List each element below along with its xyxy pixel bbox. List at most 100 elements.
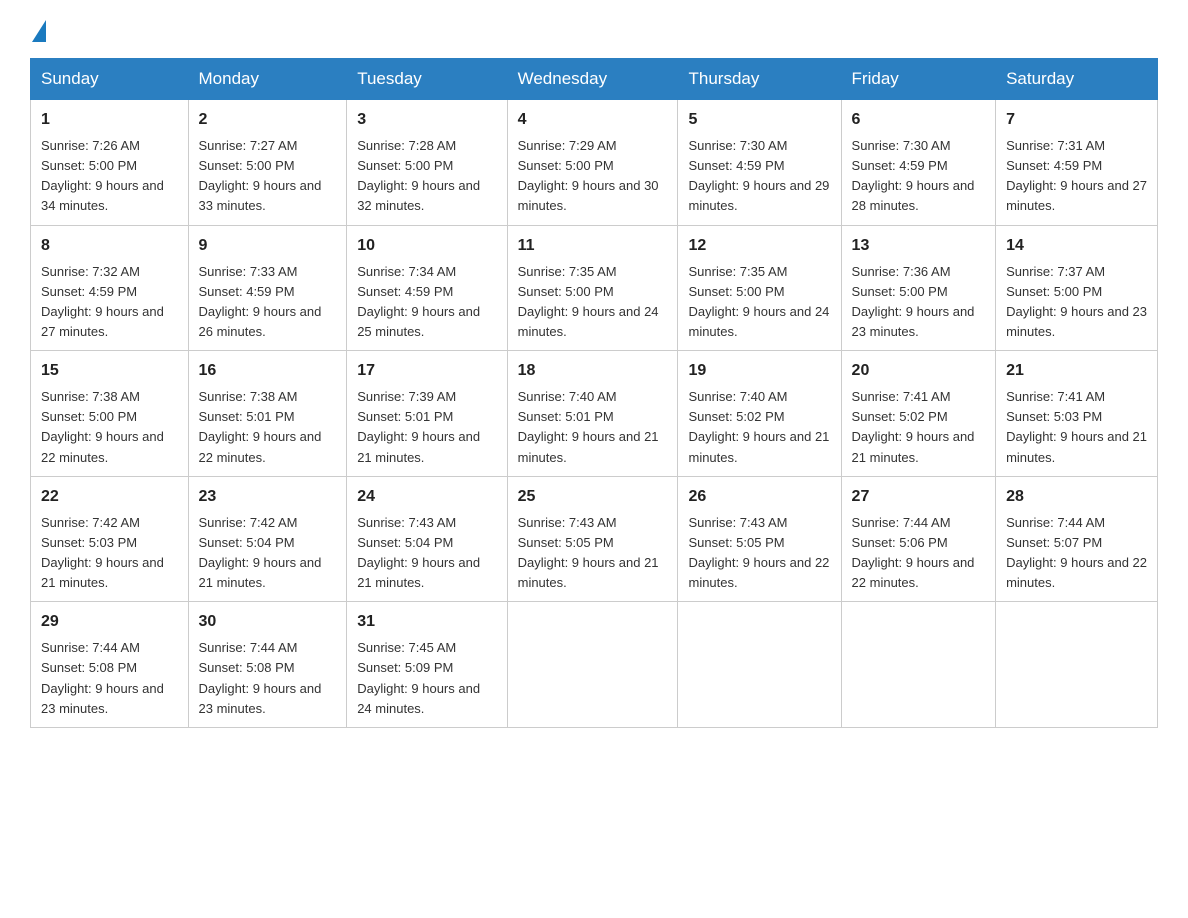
daylight-label: Daylight: 9 hours and 21 minutes. <box>41 555 164 590</box>
sunrise-label: Sunrise: 7:30 AM <box>688 138 787 153</box>
day-number: 26 <box>688 485 830 509</box>
calendar-body: 1 Sunrise: 7:26 AM Sunset: 5:00 PM Dayli… <box>31 100 1158 728</box>
sunrise-label: Sunrise: 7:32 AM <box>41 264 140 279</box>
sunset-label: Sunset: 5:07 PM <box>1006 535 1102 550</box>
calendar-cell: 29 Sunrise: 7:44 AM Sunset: 5:08 PM Dayl… <box>31 602 189 728</box>
sunset-label: Sunset: 5:08 PM <box>199 660 295 675</box>
day-number: 13 <box>852 234 986 258</box>
sunset-label: Sunset: 5:06 PM <box>852 535 948 550</box>
sunset-label: Sunset: 4:59 PM <box>688 158 784 173</box>
daylight-label: Daylight: 9 hours and 22 minutes. <box>688 555 829 590</box>
sunrise-label: Sunrise: 7:42 AM <box>199 515 298 530</box>
sun-info: Sunrise: 7:35 AM Sunset: 5:00 PM Dayligh… <box>518 262 668 343</box>
sunrise-label: Sunrise: 7:43 AM <box>688 515 787 530</box>
sunset-label: Sunset: 5:02 PM <box>688 409 784 424</box>
sun-info: Sunrise: 7:27 AM Sunset: 5:00 PM Dayligh… <box>199 136 337 217</box>
day-number: 29 <box>41 610 178 634</box>
daylight-label: Daylight: 9 hours and 21 minutes. <box>1006 429 1147 464</box>
daylight-label: Daylight: 9 hours and 27 minutes. <box>41 304 164 339</box>
sunset-label: Sunset: 5:05 PM <box>518 535 614 550</box>
sun-info: Sunrise: 7:41 AM Sunset: 5:03 PM Dayligh… <box>1006 387 1147 468</box>
sunrise-label: Sunrise: 7:33 AM <box>199 264 298 279</box>
daylight-label: Daylight: 9 hours and 26 minutes. <box>199 304 322 339</box>
daylight-label: Daylight: 9 hours and 33 minutes. <box>199 178 322 213</box>
sun-info: Sunrise: 7:40 AM Sunset: 5:01 PM Dayligh… <box>518 387 668 468</box>
calendar-cell: 30 Sunrise: 7:44 AM Sunset: 5:08 PM Dayl… <box>188 602 347 728</box>
sun-info: Sunrise: 7:35 AM Sunset: 5:00 PM Dayligh… <box>688 262 830 343</box>
day-number: 16 <box>199 359 337 383</box>
calendar-cell: 22 Sunrise: 7:42 AM Sunset: 5:03 PM Dayl… <box>31 476 189 602</box>
daylight-label: Daylight: 9 hours and 29 minutes. <box>688 178 829 213</box>
sunset-label: Sunset: 5:00 PM <box>518 284 614 299</box>
sunset-label: Sunset: 4:59 PM <box>41 284 137 299</box>
sunrise-label: Sunrise: 7:35 AM <box>518 264 617 279</box>
sun-info: Sunrise: 7:43 AM Sunset: 5:05 PM Dayligh… <box>518 513 668 594</box>
sun-info: Sunrise: 7:43 AM Sunset: 5:04 PM Dayligh… <box>357 513 496 594</box>
sunset-label: Sunset: 5:00 PM <box>852 284 948 299</box>
day-of-week-header: Tuesday <box>347 59 507 100</box>
sunset-label: Sunset: 4:59 PM <box>357 284 453 299</box>
sunrise-label: Sunrise: 7:43 AM <box>518 515 617 530</box>
day-number: 28 <box>1006 485 1147 509</box>
sun-info: Sunrise: 7:44 AM Sunset: 5:08 PM Dayligh… <box>41 638 178 719</box>
daylight-label: Daylight: 9 hours and 23 minutes. <box>199 681 322 716</box>
sunset-label: Sunset: 5:03 PM <box>1006 409 1102 424</box>
sun-info: Sunrise: 7:33 AM Sunset: 4:59 PM Dayligh… <box>199 262 337 343</box>
day-of-week-header: Thursday <box>678 59 841 100</box>
calendar-cell: 31 Sunrise: 7:45 AM Sunset: 5:09 PM Dayl… <box>347 602 507 728</box>
day-number: 7 <box>1006 108 1147 132</box>
sunset-label: Sunset: 5:00 PM <box>518 158 614 173</box>
sunrise-label: Sunrise: 7:40 AM <box>688 389 787 404</box>
day-number: 4 <box>518 108 668 132</box>
day-number: 24 <box>357 485 496 509</box>
day-number: 31 <box>357 610 496 634</box>
calendar-cell: 28 Sunrise: 7:44 AM Sunset: 5:07 PM Dayl… <box>996 476 1158 602</box>
days-of-week-row: SundayMondayTuesdayWednesdayThursdayFrid… <box>31 59 1158 100</box>
sunset-label: Sunset: 5:01 PM <box>518 409 614 424</box>
sun-info: Sunrise: 7:30 AM Sunset: 4:59 PM Dayligh… <box>688 136 830 217</box>
daylight-label: Daylight: 9 hours and 32 minutes. <box>357 178 480 213</box>
sun-info: Sunrise: 7:31 AM Sunset: 4:59 PM Dayligh… <box>1006 136 1147 217</box>
day-of-week-header: Friday <box>841 59 996 100</box>
day-number: 19 <box>688 359 830 383</box>
sunset-label: Sunset: 5:02 PM <box>852 409 948 424</box>
sun-info: Sunrise: 7:44 AM Sunset: 5:07 PM Dayligh… <box>1006 513 1147 594</box>
sunset-label: Sunset: 5:00 PM <box>1006 284 1102 299</box>
sunrise-label: Sunrise: 7:40 AM <box>518 389 617 404</box>
sunrise-label: Sunrise: 7:44 AM <box>199 640 298 655</box>
sunset-label: Sunset: 5:03 PM <box>41 535 137 550</box>
logo <box>30 20 48 38</box>
calendar-cell: 5 Sunrise: 7:30 AM Sunset: 4:59 PM Dayli… <box>678 100 841 226</box>
sun-info: Sunrise: 7:44 AM Sunset: 5:08 PM Dayligh… <box>199 638 337 719</box>
sun-info: Sunrise: 7:44 AM Sunset: 5:06 PM Dayligh… <box>852 513 986 594</box>
sunrise-label: Sunrise: 7:36 AM <box>852 264 951 279</box>
calendar-cell: 2 Sunrise: 7:27 AM Sunset: 5:00 PM Dayli… <box>188 100 347 226</box>
calendar-cell: 13 Sunrise: 7:36 AM Sunset: 5:00 PM Dayl… <box>841 225 996 351</box>
sunset-label: Sunset: 5:00 PM <box>357 158 453 173</box>
calendar-week-row: 29 Sunrise: 7:44 AM Sunset: 5:08 PM Dayl… <box>31 602 1158 728</box>
daylight-label: Daylight: 9 hours and 24 minutes. <box>688 304 829 339</box>
daylight-label: Daylight: 9 hours and 22 minutes. <box>41 429 164 464</box>
day-number: 6 <box>852 108 986 132</box>
logo-triangle-icon <box>32 20 46 42</box>
day-number: 10 <box>357 234 496 258</box>
calendar-week-row: 22 Sunrise: 7:42 AM Sunset: 5:03 PM Dayl… <box>31 476 1158 602</box>
day-of-week-header: Sunday <box>31 59 189 100</box>
day-number: 27 <box>852 485 986 509</box>
sunrise-label: Sunrise: 7:28 AM <box>357 138 456 153</box>
daylight-label: Daylight: 9 hours and 21 minutes. <box>199 555 322 590</box>
sunrise-label: Sunrise: 7:42 AM <box>41 515 140 530</box>
sunrise-label: Sunrise: 7:41 AM <box>852 389 951 404</box>
calendar-cell: 6 Sunrise: 7:30 AM Sunset: 4:59 PM Dayli… <box>841 100 996 226</box>
day-number: 9 <box>199 234 337 258</box>
sun-info: Sunrise: 7:45 AM Sunset: 5:09 PM Dayligh… <box>357 638 496 719</box>
calendar-cell: 19 Sunrise: 7:40 AM Sunset: 5:02 PM Dayl… <box>678 351 841 477</box>
calendar-cell: 15 Sunrise: 7:38 AM Sunset: 5:00 PM Dayl… <box>31 351 189 477</box>
calendar-cell: 3 Sunrise: 7:28 AM Sunset: 5:00 PM Dayli… <box>347 100 507 226</box>
sunrise-label: Sunrise: 7:34 AM <box>357 264 456 279</box>
sun-info: Sunrise: 7:40 AM Sunset: 5:02 PM Dayligh… <box>688 387 830 468</box>
sunset-label: Sunset: 5:00 PM <box>41 409 137 424</box>
day-of-week-header: Wednesday <box>507 59 678 100</box>
sunrise-label: Sunrise: 7:37 AM <box>1006 264 1105 279</box>
sunset-label: Sunset: 5:04 PM <box>357 535 453 550</box>
